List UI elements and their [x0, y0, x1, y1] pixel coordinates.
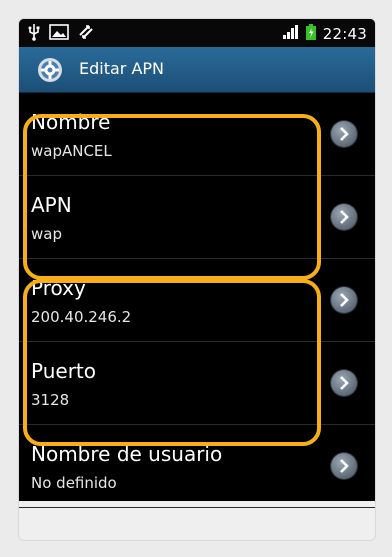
settings-icon [37, 57, 63, 83]
title-bar: Editar APN [19, 47, 375, 93]
status-icons-left [27, 23, 95, 45]
setting-label: APN [31, 193, 72, 217]
status-icons-right: 22:43 [281, 23, 367, 45]
status-bar: 22:43 [19, 19, 375, 47]
setting-row-puerto[interactable]: Puerto 3128 [19, 342, 375, 425]
sync-icon [77, 23, 95, 45]
setting-row-nombre-de-usuario[interactable]: Nombre de usuario No definido [19, 425, 375, 508]
setting-value: wapANCEL [31, 142, 112, 160]
setting-label: Puerto [31, 359, 96, 383]
chevron-right-icon[interactable] [331, 453, 357, 479]
setting-label: Nombre de usuario [31, 442, 223, 466]
battery-icon [305, 23, 317, 45]
usb-icon [27, 23, 41, 45]
signal-icon [281, 24, 299, 44]
phone-frame: 22:43 Editar APN Nombre wapANCEL APN wap… [18, 18, 376, 541]
chevron-right-icon[interactable] [331, 370, 357, 396]
setting-value: 200.40.246.2 [31, 308, 132, 326]
setting-label: Nombre [31, 110, 111, 134]
phone-screen: 22:43 Editar APN Nombre wapANCEL APN wap… [19, 19, 375, 508]
image-icon [49, 23, 69, 45]
chevron-right-icon[interactable] [331, 287, 357, 313]
status-clock: 22:43 [322, 25, 367, 43]
setting-value: No definido [31, 474, 117, 492]
chevron-right-icon[interactable] [331, 121, 357, 147]
chevron-right-icon[interactable] [331, 204, 357, 230]
setting-label: Proxy [31, 276, 86, 300]
setting-row-apn[interactable]: APN wap [19, 176, 375, 259]
page-title: Editar APN [79, 59, 165, 78]
setting-value: 3128 [31, 391, 70, 409]
setting-row-nombre[interactable]: Nombre wapANCEL [19, 93, 375, 176]
setting-row-proxy[interactable]: Proxy 200.40.246.2 [19, 259, 375, 342]
screenshot-frame: 22:43 Editar APN Nombre wapANCEL APN wap… [0, 0, 392, 557]
apn-settings-list: Nombre wapANCEL APN wap Proxy 200.40.246… [19, 93, 375, 508]
setting-value: wap [31, 225, 62, 243]
